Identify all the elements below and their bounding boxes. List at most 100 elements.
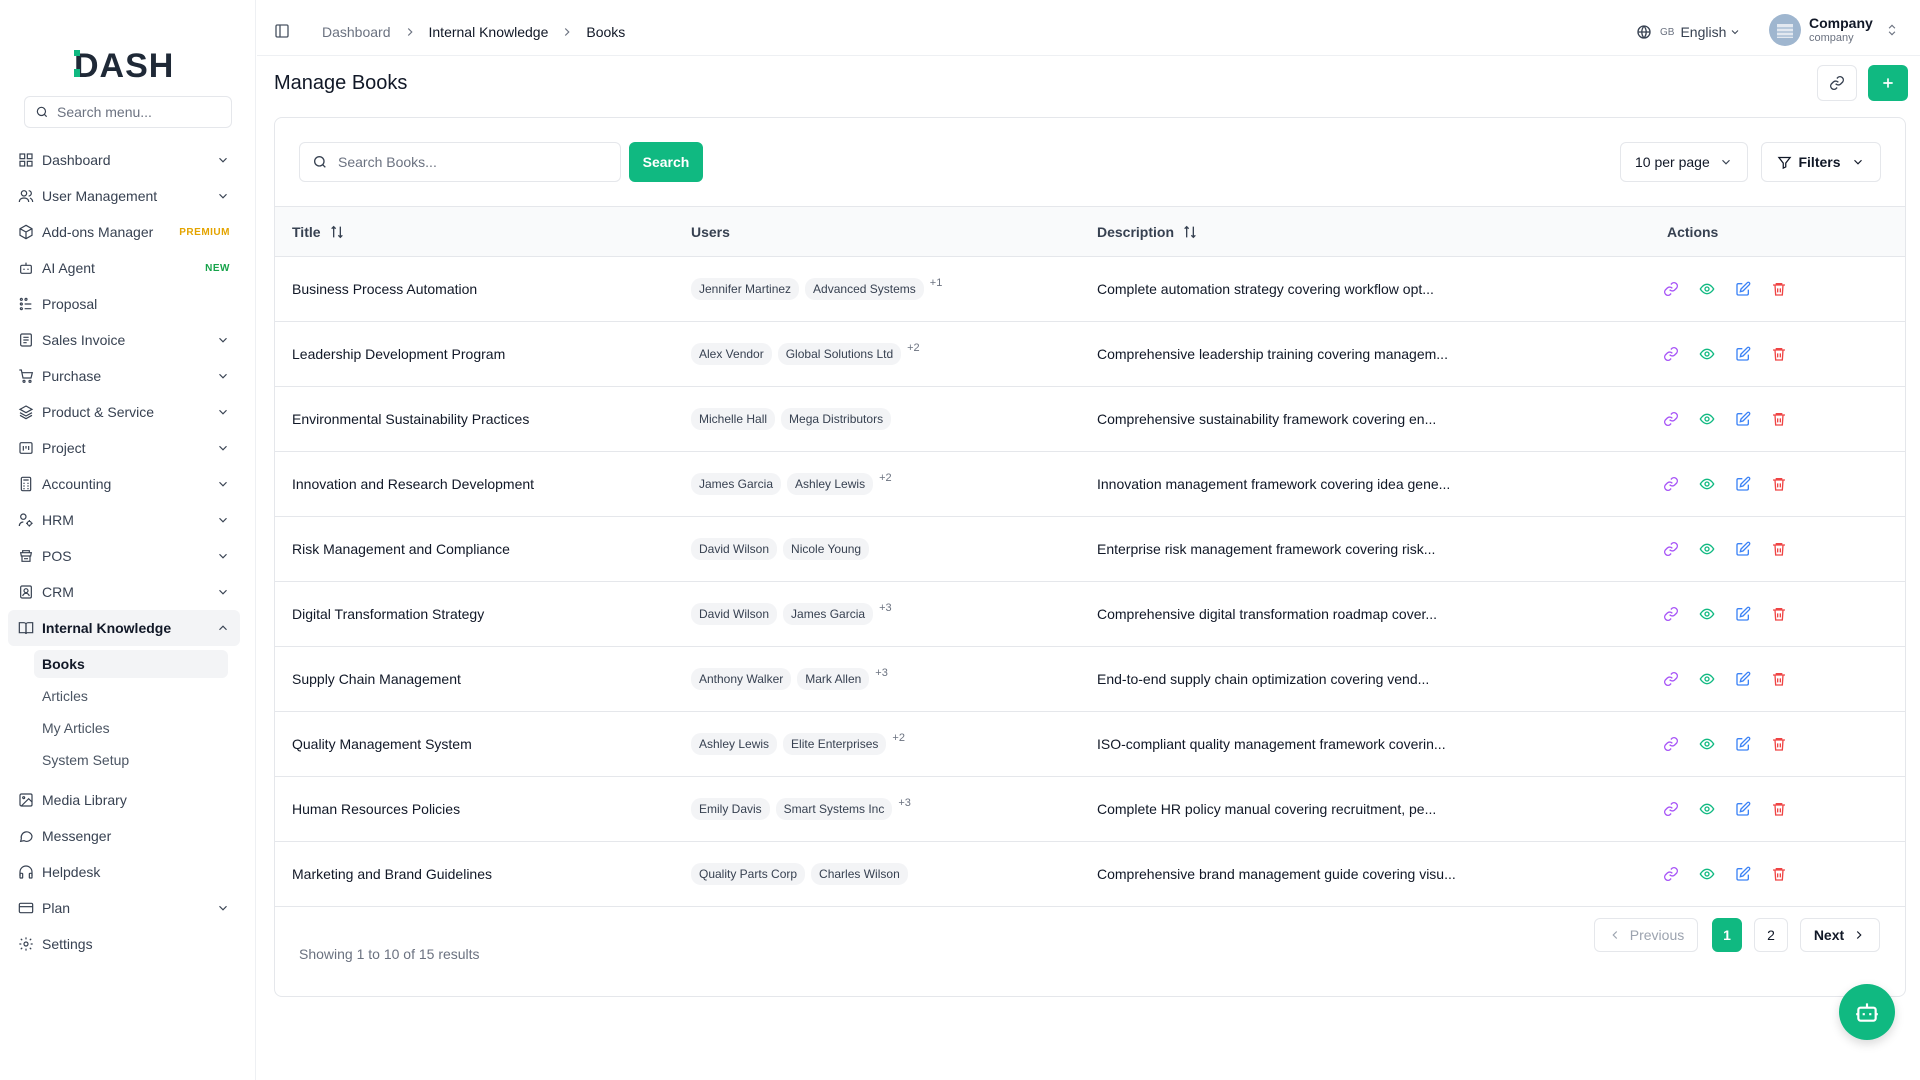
sidebar-item-purchase[interactable]: Purchase	[8, 358, 240, 394]
edit-icon[interactable]	[1735, 346, 1751, 362]
search-books-placeholder: Search Books...	[338, 154, 437, 170]
eye-icon[interactable]	[1699, 541, 1715, 557]
sidebar-item-accounting[interactable]: Accounting	[8, 466, 240, 502]
dash-logo[interactable]: DASH	[74, 44, 180, 84]
edit-icon[interactable]	[1735, 541, 1751, 557]
trash-icon[interactable]	[1771, 671, 1787, 687]
sidebar-item-messenger[interactable]: Messenger	[8, 818, 240, 854]
sidebar-toggle-icon[interactable]	[274, 23, 290, 39]
book-title: Digital Transformation Strategy	[292, 606, 485, 622]
sidebar-item-proposal[interactable]: Proposal	[8, 286, 240, 322]
sidebar-item-label: Messenger	[42, 828, 112, 844]
trash-icon[interactable]	[1771, 866, 1787, 882]
sidebar-item-crm[interactable]: CRM	[8, 574, 240, 610]
edit-icon[interactable]	[1735, 476, 1751, 492]
edit-icon[interactable]	[1735, 411, 1751, 427]
column-title-header[interactable]: Title	[292, 224, 345, 240]
trash-icon[interactable]	[1771, 281, 1787, 297]
filters-button[interactable]: Filters	[1761, 142, 1881, 182]
sidebar-item-pos[interactable]: POS	[8, 538, 240, 574]
link-icon[interactable]	[1663, 671, 1679, 687]
more-users-count[interactable]: +2	[907, 342, 920, 354]
chatbot-button[interactable]	[1839, 984, 1895, 1040]
sidebar-item-product-and-service[interactable]: Product & Service	[8, 394, 240, 430]
sidebar-item-project[interactable]: Project	[8, 430, 240, 466]
link-icon[interactable]	[1663, 801, 1679, 817]
column-description-header[interactable]: Description	[1097, 224, 1198, 240]
more-users-count[interactable]: +2	[879, 472, 892, 484]
more-users-count[interactable]: +3	[875, 667, 888, 679]
more-users-count[interactable]: +3	[879, 602, 892, 614]
trash-icon[interactable]	[1771, 606, 1787, 622]
more-users-count[interactable]: +3	[898, 797, 911, 809]
link-icon[interactable]	[1663, 606, 1679, 622]
trash-icon[interactable]	[1771, 736, 1787, 752]
sidebar-item-user-management[interactable]: User Management	[8, 178, 240, 214]
search-button[interactable]: Search	[629, 142, 703, 182]
breadcrumb-internal-knowledge[interactable]: Internal Knowledge	[429, 24, 549, 40]
trash-icon[interactable]	[1771, 411, 1787, 427]
link-icon[interactable]	[1663, 346, 1679, 362]
eye-icon[interactable]	[1699, 866, 1715, 882]
sidebar-item-label: Plan	[42, 900, 71, 916]
link-icon[interactable]	[1663, 281, 1679, 297]
eye-icon[interactable]	[1699, 281, 1715, 297]
sidebar-item-dashboard[interactable]: Dashboard	[8, 142, 240, 178]
bot-icon	[1856, 1003, 1878, 1022]
sidebar-subitem-articles[interactable]: Articles	[34, 682, 228, 710]
link-icon[interactable]	[1663, 411, 1679, 427]
sidebar-item-plan[interactable]: Plan	[8, 890, 240, 926]
edit-icon[interactable]	[1735, 606, 1751, 622]
copy-link-button[interactable]	[1817, 65, 1857, 101]
sidebar-item-media-library[interactable]: Media Library	[8, 782, 240, 818]
link-icon[interactable]	[1663, 736, 1679, 752]
previous-label: Previous	[1629, 927, 1685, 943]
sidebar-search-input[interactable]: Search menu...	[24, 96, 232, 128]
eye-icon[interactable]	[1699, 736, 1715, 752]
edit-icon[interactable]	[1735, 866, 1751, 882]
eye-icon[interactable]	[1699, 346, 1715, 362]
sidebar-item-add-ons-manager[interactable]: Add-ons Manager PREMIUM	[8, 214, 240, 250]
company-switcher[interactable]: Company company	[1769, 14, 1899, 46]
page-2-button[interactable]: 2	[1754, 918, 1788, 952]
trash-icon[interactable]	[1771, 801, 1787, 817]
previous-page-button[interactable]: Previous	[1594, 918, 1698, 952]
link-icon[interactable]	[1663, 541, 1679, 557]
trash-icon[interactable]	[1771, 346, 1787, 362]
sidebar-item-internal-knowledge[interactable]: Internal Knowledge	[8, 610, 240, 646]
edit-icon[interactable]	[1735, 671, 1751, 687]
more-users-count[interactable]: +1	[930, 277, 943, 289]
sidebar-item-settings[interactable]: Settings	[8, 926, 240, 962]
eye-icon[interactable]	[1699, 606, 1715, 622]
language-selector[interactable]: GB English	[1636, 24, 1741, 40]
edit-icon[interactable]	[1735, 281, 1751, 297]
next-page-button[interactable]: Next	[1800, 918, 1880, 952]
sidebar-subitem-my-articles[interactable]: My Articles	[34, 714, 228, 742]
more-users-count[interactable]: +2	[892, 732, 905, 744]
sidebar-subitem-system-setup[interactable]: System Setup	[34, 746, 228, 774]
sidebar-subitem-books[interactable]: Books	[34, 650, 228, 678]
per-page-select[interactable]: 10 per page	[1620, 142, 1748, 182]
search-books-input[interactable]: Search Books...	[299, 142, 621, 182]
link-icon[interactable]	[1663, 866, 1679, 882]
sidebar-item-sales-invoice[interactable]: Sales Invoice	[8, 322, 240, 358]
book-title: Leadership Development Program	[292, 346, 506, 362]
eye-icon[interactable]	[1699, 476, 1715, 492]
sidebar-item-hrm[interactable]: HRM	[8, 502, 240, 538]
pos-icon	[19, 550, 33, 562]
link-icon[interactable]	[1663, 476, 1679, 492]
sidebar-item-helpdesk[interactable]: Helpdesk	[8, 854, 240, 890]
hrm-icon	[18, 513, 33, 527]
trash-icon[interactable]	[1771, 476, 1787, 492]
page-1-button[interactable]: 1	[1712, 918, 1742, 952]
edit-icon[interactable]	[1735, 801, 1751, 817]
trash-icon[interactable]	[1771, 541, 1787, 557]
eye-icon[interactable]	[1699, 801, 1715, 817]
message-icon	[19, 831, 33, 843]
eye-icon[interactable]	[1699, 671, 1715, 687]
edit-icon[interactable]	[1735, 736, 1751, 752]
add-book-button[interactable]	[1868, 65, 1908, 101]
breadcrumb-dashboard[interactable]: Dashboard	[322, 24, 391, 40]
sidebar-item-ai-agent[interactable]: AI Agent NEW	[8, 250, 240, 286]
eye-icon[interactable]	[1699, 411, 1715, 427]
